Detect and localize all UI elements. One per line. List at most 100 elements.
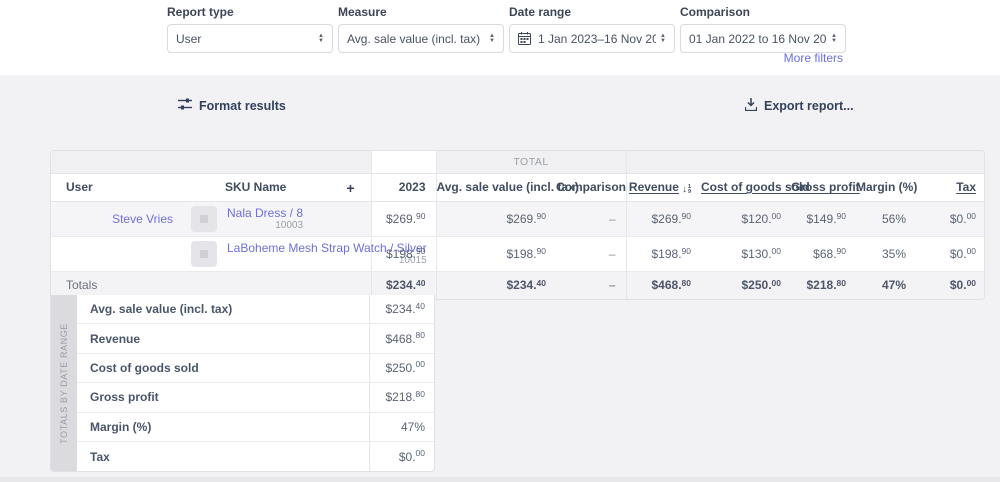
filters-group: Report type User ▲ ▼ Measure Avg. sale va… [167,5,846,53]
totals-by-date-range-row: Margin (%) 47% [77,412,434,442]
report-type-select[interactable]: User ▲ ▼ [167,24,333,53]
cell-avg: $198.90 [435,236,556,272]
cell-sku: LaBoheme Mesh Strap Watch / Silver 10015 [183,236,427,272]
value-cents: 00 [771,246,781,256]
product-link[interactable]: Nala Dress / 8 [227,206,303,220]
stepper-icon[interactable]: ▲ ▼ [660,33,666,44]
metric-value: $468. 80 [369,324,434,353]
report-content: Format results Export report... TOTAL Use… [0,75,1000,482]
metric-label: Tax [90,449,110,464]
stepper-icon[interactable]: ▲ ▼ [489,33,495,44]
value-dollars: $0. [949,278,967,293]
value-dollars: $68. [813,246,837,261]
value-dollars: $250. [385,360,416,375]
metric-label: Avg. sale value (incl. tax) [90,302,233,317]
value-cents: 00 [966,211,977,221]
column-header-avg: Avg. sale value (incl. tax) [435,173,579,202]
date-range-select[interactable]: 1 Jan 2023–16 Nov 2023 ▲▼ [509,24,675,53]
value-cents: 90 [416,211,426,221]
column-header-cogs[interactable]: Cost of goods sold [701,173,810,202]
column-header-user: User [51,173,183,202]
value-dollars: $269. [506,211,537,226]
cell-comparison: – [556,236,626,272]
value-cents: 80 [415,330,425,341]
column-header-label: User [66,180,93,194]
format-results-button[interactable]: Format results [178,98,286,113]
user-link[interactable]: Steve Vries [112,212,173,226]
table-row: Steve Vries Nala Dress / 8 10003 $269.90 $26… [51,201,984,237]
totals-by-date-range-strip: TOTALS BY DATE RANGE [51,295,77,472]
column-header-gross[interactable]: Gross profit [791,173,860,202]
filter-measure: Measure Avg. sale value (incl. tax) ▲ ▼ [338,5,504,53]
value-dollars: $149. [806,211,837,226]
product-thumbnail-placeholder [191,205,217,232]
sort-arrow-down: ↓ [681,183,687,195]
stepper-icon[interactable]: ▲ ▼ [318,33,324,44]
totals-by-date-range-row: Cost of goods sold $250. 00 [77,353,434,384]
column-header-comparison: Comparison [556,173,626,202]
no-comparison-dash: – [608,246,616,261]
format-results-label: Format results [199,98,286,113]
column-header-label[interactable]: Revenue [629,180,679,194]
totals-by-date-range-label: TOTALS BY DATE RANGE [59,322,69,444]
cell-tax: $0.00 [916,201,984,237]
value-dollars: $0. [398,449,416,464]
totals-cell-cogs: $250.00 [701,271,791,299]
cell-user: Steve Vries [51,201,183,237]
table-group-header-row: TOTAL [51,151,984,174]
column-header-revenue[interactable]: Revenue ↓ 1 9 [625,173,701,202]
add-column-button[interactable]: + [346,180,354,196]
totals-by-date-range-row: Avg. sale value (incl. tax) $234. 40 [77,295,434,325]
sliders-icon [178,98,192,113]
value-cents: 90 [536,246,546,256]
column-header-label[interactable]: Gross profit [791,180,860,194]
export-report-button[interactable]: Export report... [744,98,854,114]
column-header-label[interactable]: Tax [956,180,976,194]
column-header-label: SKU Name [225,180,287,194]
sort-icon[interactable]: ↓ 1 9 [681,183,691,195]
value-cents: 90 [681,211,691,221]
report-type-value: User [176,31,202,46]
value-dollars: $130. [741,246,772,261]
metric-value: 47% [369,412,434,441]
value-dollars: $468. [385,331,416,346]
column-header-margin: Margin (%) [856,173,917,202]
value-dollars: $234. [386,278,417,293]
metric-value: $250. 00 [369,353,434,383]
totals-by-date-range-section: TOTALS BY DATE RANGE Avg. sale value (in… [50,295,435,473]
cell-comparison: – [556,201,626,237]
calendar-icon [518,32,531,45]
value-cents: 00 [771,277,781,288]
measure-select[interactable]: Avg. sale value (incl. tax) ▲ ▼ [338,24,504,53]
cell-y2023: $269.90 [370,201,436,237]
value-dollars: $218. [806,278,837,293]
sku-code: 10003 [275,219,304,231]
value-cents: 00 [415,359,425,370]
comparison-value: 01 Jan 2022 to 16 Nov 2022 [689,31,828,46]
metric-value: $218. 80 [369,383,434,412]
date-range-value: 1 Jan 2023–16 Nov 2023 [538,31,657,46]
filter-bar: Report type User ▲ ▼ Measure Avg. sale va… [0,0,1000,75]
cell-tax: $0.00 [916,236,984,272]
measure-label: Measure [338,5,387,19]
sku-product: Nala Dress / 8 10003 [191,205,361,232]
value-dollars: $0. [949,211,967,226]
comparison-select[interactable]: 01 Jan 2022 to 16 Nov 2022 ▲ ▼ [680,24,846,53]
no-comparison-dash: – [608,211,616,226]
totals-cell-tax: $0.00 [916,271,984,299]
value-dollars: $0. [949,246,967,261]
value-cents: 80 [415,388,425,399]
value-cents: 90 [681,246,691,256]
cell-margin: 56% [856,201,916,237]
cell-avg: $269.90 [435,201,556,237]
date-range-label: Date range [509,5,572,19]
stepper-icon[interactable]: ▲ ▼ [831,33,837,44]
value-dollars: $120. [741,211,772,226]
totals-cell-avg: $234.40 [435,271,556,299]
column-header-tax[interactable]: Tax [916,173,984,202]
value-cents: 90 [836,211,846,221]
value-dollars: $198. [506,246,537,261]
cell-cogs: $120.00 [701,201,791,237]
more-filters-link[interactable]: More filters [784,51,843,65]
download-icon [744,98,758,114]
